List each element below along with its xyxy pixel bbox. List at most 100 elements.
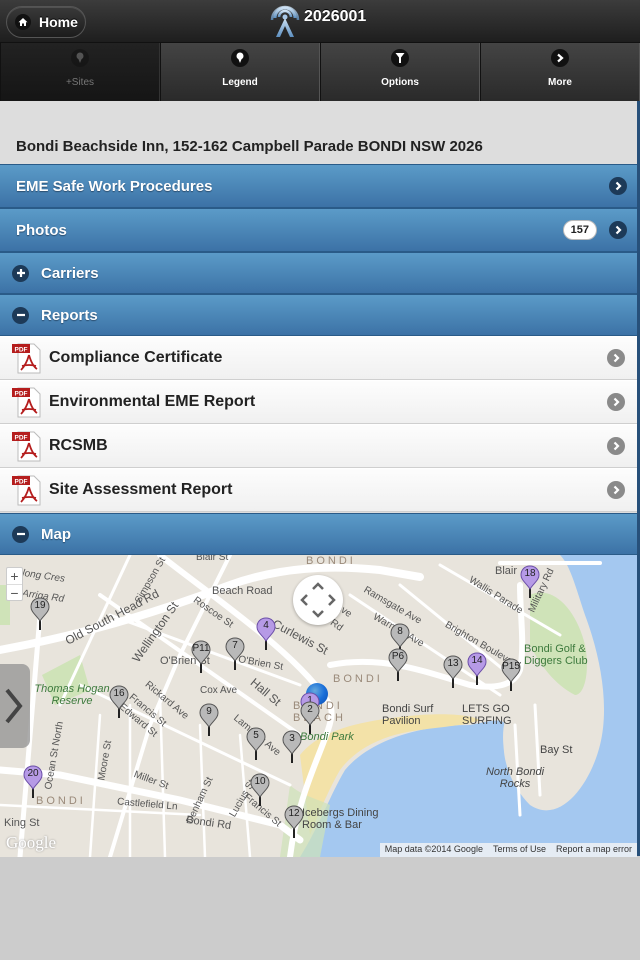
- map-marker[interactable]: 20: [23, 765, 43, 799]
- marker-label: 18: [524, 568, 536, 579]
- map-marker[interactable]: 18: [520, 565, 540, 599]
- map-zoom-control: + −: [6, 567, 23, 601]
- map-label: Bondi Golf & Diggers Club: [524, 643, 588, 667]
- report-item-rcsmb[interactable]: PDF RCSMB: [0, 424, 637, 468]
- navbar: +Sites Legend Options More: [0, 43, 640, 101]
- map-section-toggle[interactable]: Map: [0, 513, 637, 555]
- chevron-right-icon: [607, 349, 625, 367]
- marker-label: 7: [232, 640, 238, 651]
- antenna-tower-icon: [270, 2, 300, 43]
- terms-of-use-link[interactable]: Terms of Use: [488, 843, 551, 857]
- map-label: Bay St: [540, 744, 573, 756]
- map-view[interactable]: Blair St Blair Beach Road Pelong Cres Ar…: [0, 555, 637, 857]
- home-label: Home: [39, 14, 78, 30]
- map-marker[interactable]: P15: [501, 658, 521, 692]
- zoom-out-button[interactable]: −: [7, 584, 22, 601]
- map-attribution: Map data ©2014 Google Terms of Use Repor…: [379, 843, 637, 857]
- map-label: Cox Ave: [200, 685, 238, 696]
- marker-label: 13: [447, 658, 459, 669]
- map-label: Blair St: [196, 555, 229, 563]
- map-label: King St: [4, 817, 40, 829]
- home-icon: [15, 14, 31, 30]
- pan-arrows-icon: [300, 582, 336, 618]
- map-marker[interactable]: 7: [225, 637, 245, 671]
- map-marker[interactable]: 3: [282, 730, 302, 764]
- map-label: BONDI: [306, 555, 356, 567]
- filter-icon: [391, 49, 409, 67]
- plus-icon: [12, 264, 29, 282]
- marker-label: 9: [206, 706, 212, 717]
- map-marker[interactable]: 12: [284, 805, 304, 839]
- map-label: North Bondi Rocks: [485, 766, 545, 790]
- map-marker[interactable]: 9: [199, 703, 219, 737]
- zoom-in-button[interactable]: +: [7, 568, 22, 584]
- nav-options[interactable]: Options: [320, 43, 480, 101]
- marker-label: 12: [288, 808, 300, 819]
- carriers-section-toggle[interactable]: Carriers: [0, 252, 637, 294]
- map-pin-icon: [231, 49, 249, 67]
- nav-legend[interactable]: Legend: [160, 43, 320, 101]
- map-label: BONDI: [333, 673, 383, 685]
- chevron-right-icon: [609, 221, 627, 239]
- map-marker[interactable]: 4: [256, 617, 276, 651]
- marker-label: 19: [34, 600, 46, 611]
- report-item-environmental-eme-report[interactable]: PDF Environmental EME Report: [0, 380, 637, 424]
- map-marker[interactable]: P6: [388, 648, 408, 682]
- map-label: Bondi Surf Pavilion: [382, 703, 434, 727]
- nav-more[interactable]: More: [480, 43, 640, 101]
- marker-label: 8: [397, 626, 403, 637]
- report-item-compliance-certificate[interactable]: PDF Compliance Certificate: [0, 336, 637, 380]
- google-logo: Google: [6, 833, 57, 852]
- marker-label: 5: [253, 730, 259, 741]
- map-marker[interactable]: 2: [300, 701, 320, 735]
- nav-label: Options: [381, 77, 419, 88]
- content-area: Bondi Beachside Inn, 152-162 Campbell Pa…: [0, 101, 637, 857]
- chevron-right-icon: [5, 688, 23, 724]
- page-title: 2026001: [304, 8, 367, 25]
- map-label: Icebergs Dining Room & Bar: [302, 807, 379, 831]
- svg-text:PDF: PDF: [15, 435, 28, 442]
- side-panel-toggle[interactable]: [0, 664, 30, 748]
- marker-label: 4: [263, 620, 269, 631]
- report-label: Site Assessment Report: [49, 481, 233, 498]
- marker-label: 3: [289, 733, 295, 744]
- map-label: Beach Road: [212, 585, 273, 597]
- report-item-site-assessment-report[interactable]: PDF Site Assessment Report: [0, 468, 637, 512]
- map-marker[interactable]: P11: [191, 640, 211, 674]
- map-pin-icon: [71, 49, 89, 67]
- report-label: Compliance Certificate: [49, 349, 223, 366]
- map-label: Thomas Hogan Reserve: [34, 683, 110, 707]
- svg-text:PDF: PDF: [15, 391, 28, 398]
- map-marker[interactable]: 16: [109, 685, 129, 719]
- map-pan-control[interactable]: [293, 575, 343, 625]
- home-button[interactable]: Home: [6, 6, 86, 38]
- nav-label: +Sites: [65, 77, 95, 88]
- section-label: Photos: [16, 221, 67, 239]
- marker-label: P6: [391, 651, 405, 662]
- header-bar: Home 2026001: [0, 0, 640, 43]
- map-marker[interactable]: 14: [467, 652, 487, 686]
- chevron-right-icon: [607, 437, 625, 455]
- map-marker[interactable]: 5: [246, 727, 266, 761]
- marker-label: 2: [307, 704, 313, 715]
- marker-label: 20: [27, 768, 39, 779]
- photo-count-badge: 157: [562, 220, 597, 240]
- pdf-icon: PDF: [12, 474, 42, 506]
- map-marker[interactable]: 13: [443, 655, 463, 689]
- marker-label: P11: [192, 643, 210, 654]
- map-data-credit: Map data ©2014 Google: [384, 844, 483, 854]
- eme-safe-work-procedures-button[interactable]: EME Safe Work Procedures: [0, 164, 637, 208]
- photos-button[interactable]: Photos 157: [0, 208, 637, 252]
- reports-section-toggle[interactable]: Reports: [0, 294, 637, 336]
- map-marker[interactable]: 19: [30, 597, 50, 631]
- nav-add-sites[interactable]: +Sites: [0, 43, 160, 101]
- marker-label: 16: [113, 688, 125, 699]
- nav-label: Legend: [222, 77, 258, 88]
- chevron-right-icon: [607, 481, 625, 499]
- title-group: 2026001: [270, 4, 366, 40]
- minus-icon: [12, 306, 29, 324]
- report-map-error-link[interactable]: Report a map error: [551, 843, 637, 857]
- pdf-icon: PDF: [12, 430, 42, 462]
- svg-text:PDF: PDF: [15, 479, 28, 486]
- map-marker[interactable]: 10: [250, 773, 270, 807]
